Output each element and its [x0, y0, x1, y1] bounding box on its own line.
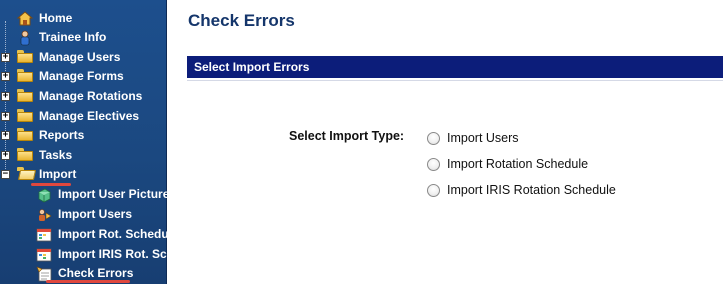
expand-toggle-manage-forms[interactable]: + [1, 72, 10, 81]
sidebar-item-manage-users[interactable]: Manage Users [17, 47, 120, 66]
import-type-label: Select Import Type: [289, 129, 405, 143]
radio-button[interactable] [427, 183, 440, 197]
sidebar-item-trainee-info[interactable]: Trainee Info [17, 27, 106, 46]
folder-icon [17, 148, 33, 161]
collapse-toggle-import[interactable]: − [1, 170, 10, 179]
sidebar-item-import[interactable]: Import [17, 164, 76, 183]
iris-schedule-import-icon [36, 247, 52, 261]
sidebar-item-label: Trainee Info [39, 29, 107, 44]
folder-icon [17, 69, 33, 82]
sidebar-item-label: Manage Rotations [39, 88, 143, 103]
expand-toggle-manage-rotations[interactable]: + [1, 92, 10, 101]
page-title: Check Errors [188, 11, 295, 30]
radio-button[interactable] [427, 131, 440, 145]
folder-icon [17, 89, 33, 102]
sidebar-subitem-import-users[interactable]: Import Users [36, 204, 132, 223]
sidebar-subitem-label: Check Errors [58, 265, 134, 280]
sidebar-item-label: Home [39, 10, 73, 25]
sidebar-item-home[interactable]: Home [16, 8, 73, 27]
users-import-icon [36, 207, 52, 221]
sidebar-item-label: Manage Electives [39, 108, 140, 123]
sidebar-item-reports[interactable]: Reports [17, 125, 84, 144]
user-icon [17, 30, 33, 45]
sidebar-item-label: Import [39, 166, 77, 181]
folder-icon [17, 50, 33, 63]
radio-option-label: Import IRIS Rotation Schedule [447, 183, 616, 197]
sidebar-item-label: Manage Users [39, 49, 121, 64]
check-errors-icon [36, 265, 52, 281]
radio-option-label: Import Rotation Schedule [447, 157, 589, 171]
sidebar-subitem-label: Import Rot. Schedule [58, 226, 179, 241]
expand-toggle-manage-users[interactable]: + [1, 53, 10, 62]
radio-option-label: Import Users [447, 131, 519, 145]
sidebar-item-manage-electives[interactable]: Manage Electives [17, 106, 139, 125]
sidebar-item-manage-forms[interactable]: Manage Forms [17, 66, 124, 85]
home-icon [16, 10, 34, 25]
radio-option-import-rotation-schedule[interactable]: Import Rotation Schedule [427, 157, 588, 171]
radio-option-import-iris-rotation-schedule[interactable]: Import IRIS Rotation Schedule [427, 183, 616, 197]
section-divider [187, 80, 723, 81]
sidebar-item-tasks[interactable]: Tasks [17, 145, 72, 164]
schedule-import-icon [36, 227, 52, 241]
sidebar-subitem-label: Import IRIS Rot. Sch [58, 246, 175, 261]
radio-button[interactable] [427, 157, 440, 171]
folder-icon [17, 109, 33, 122]
sidebar-subitem-import-user-picture[interactable]: Import User Picture [36, 184, 169, 203]
sidebar-subitem-import-rot-schedule[interactable]: Import Rot. Schedule [36, 224, 179, 243]
sidebar-item-label: Manage Forms [39, 68, 124, 83]
sidebar-subitem-label: Import Users [58, 206, 133, 221]
main-content: Check Errors Select Import Errors Select… [167, 0, 723, 284]
sidebar-subitem-label: Import User Picture [58, 186, 170, 201]
sidebar-subitem-import-iris-rot-sch[interactable]: Import IRIS Rot. Sch [36, 244, 174, 263]
sidebar: Home Trainee Info + Manage Users + Manag… [0, 0, 179, 284]
radio-option-import-users[interactable]: Import Users [427, 131, 519, 145]
section-header: Select Import Errors [187, 56, 723, 78]
expand-toggle-tasks[interactable]: + [1, 151, 10, 160]
sidebar-item-label: Reports [39, 127, 85, 142]
expand-toggle-manage-electives[interactable]: + [1, 112, 10, 121]
sidebar-item-label: Tasks [39, 147, 73, 162]
highlight-underline-check-errors [46, 280, 130, 283]
expand-toggle-reports[interactable]: + [1, 131, 10, 140]
picture-import-icon [36, 187, 52, 202]
open-folder-icon [17, 167, 33, 180]
sidebar-item-manage-rotations[interactable]: Manage Rotations [17, 86, 142, 105]
folder-icon [17, 128, 33, 141]
